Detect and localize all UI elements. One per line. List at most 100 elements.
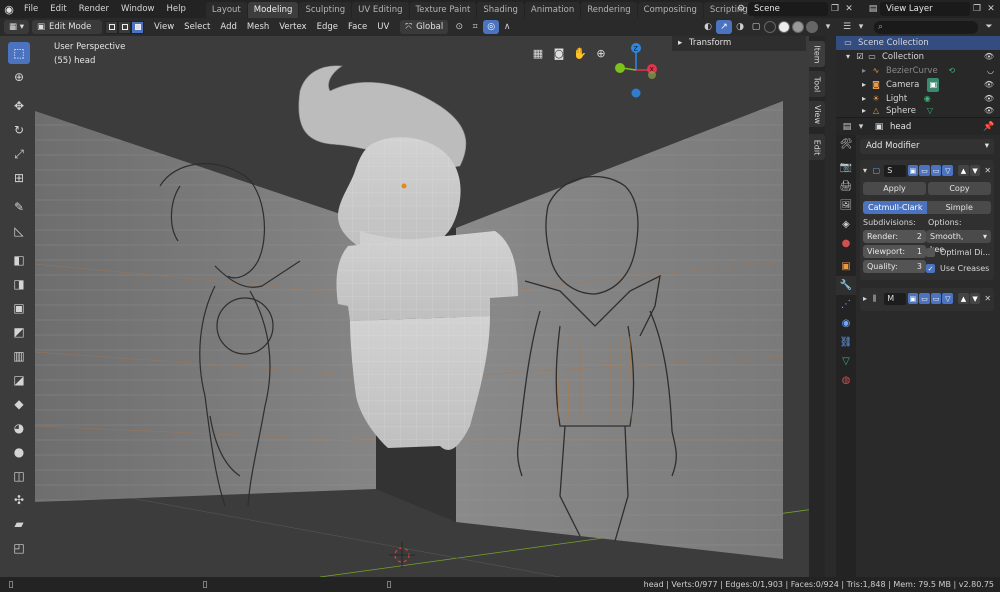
pin-icon[interactable]: 📌	[982, 120, 996, 134]
move-down-icon[interactable]: ▼	[969, 293, 981, 304]
mode-dropdown[interactable]: ▣ Edit Mode	[32, 20, 102, 34]
wireframe-shading-icon[interactable]	[764, 21, 776, 33]
edit-mode-display-icon[interactable]: ▣	[907, 165, 919, 176]
outliner-row-light[interactable]: ▸ ☀ Light ◉ 👁	[836, 92, 1000, 106]
outliner-row-camera[interactable]: ▸ ◙ Camera ▣ 👁	[836, 78, 1000, 92]
menu-mesh[interactable]: Mesh	[242, 18, 274, 36]
tab-animation[interactable]: Animation	[524, 2, 581, 18]
eye-hidden-icon[interactable]: ◡	[987, 64, 994, 78]
menu-view[interactable]: View	[149, 18, 179, 36]
menu-file[interactable]: File	[18, 0, 44, 18]
new-scene-icon[interactable]: ❐	[828, 2, 842, 16]
object-data-tab-icon[interactable]: ▽	[836, 352, 856, 371]
collapse-icon[interactable]: ▾	[863, 166, 873, 175]
copy-button[interactable]: Copy	[928, 182, 991, 195]
tab-layout[interactable]: Layout	[205, 2, 247, 18]
overlays-icon[interactable]: ◑	[732, 20, 748, 34]
scale-tool-icon[interactable]: ⤢	[8, 143, 30, 165]
cage-display-icon[interactable]: ▭	[919, 165, 930, 176]
simple-button[interactable]: Simple	[927, 201, 991, 214]
physics-tab-icon[interactable]: ◉	[836, 314, 856, 333]
side-tab-edit[interactable]: Edit	[809, 134, 825, 160]
gizmo-y-axis[interactable]	[615, 63, 625, 73]
delete-view-layer-icon[interactable]: ✕	[984, 2, 998, 16]
apply-button[interactable]: Apply	[863, 182, 926, 195]
rendered-shading-icon[interactable]	[806, 21, 818, 33]
editor-dropdown-icon[interactable]: ▾	[854, 120, 868, 134]
constraints-tab-icon[interactable]: ⛓	[836, 333, 856, 352]
outliner-row-collection[interactable]: ▾ ☑ ▭ Collection 👁	[836, 50, 1000, 64]
expand-icon[interactable]: ▾	[842, 50, 854, 64]
new-view-layer-icon[interactable]: ❐	[970, 2, 984, 16]
move-down-icon[interactable]: ▼	[969, 165, 981, 176]
editor-type-dropdown[interactable]: ▦ ▾	[4, 20, 29, 34]
tab-uv-editing[interactable]: UV Editing	[352, 2, 409, 18]
render-display-icon[interactable]: ▽	[942, 165, 954, 176]
tab-sculpting[interactable]: Sculpting	[299, 2, 352, 18]
menu-help[interactable]: Help	[160, 0, 191, 18]
menu-render[interactable]: Render	[73, 0, 115, 18]
solid-shading-icon[interactable]	[778, 21, 790, 33]
shading-options-icon[interactable]: ▾	[820, 20, 836, 34]
vertex-select-button[interactable]	[105, 20, 118, 34]
display-mode-icon[interactable]: ▾	[854, 20, 868, 34]
delete-scene-icon[interactable]: ✕	[842, 2, 856, 16]
tab-modeling[interactable]: Modeling	[247, 2, 299, 18]
expand-icon[interactable]: ▸	[858, 78, 870, 92]
cage-display-icon[interactable]: ▭	[919, 293, 930, 304]
eye-icon[interactable]: 👁	[984, 106, 994, 115]
menu-uv[interactable]: UV	[372, 18, 394, 36]
menu-edge[interactable]: Edge	[312, 18, 343, 36]
bevel-tool-icon[interactable]: ◩	[8, 321, 30, 343]
transform-panel-header[interactable]: ▸ Transform	[672, 36, 806, 51]
spin-tool-icon[interactable]: ◕	[8, 417, 30, 439]
menu-edit[interactable]: Edit	[44, 0, 72, 18]
camera-view-icon[interactable]: ◙	[550, 44, 568, 62]
remove-modifier-icon[interactable]: ✕	[984, 166, 991, 175]
cursor-tool-icon[interactable]: ⊕	[8, 66, 30, 88]
uv-smooth-dropdown[interactable]: Smooth, kee... ▾	[926, 230, 991, 254]
outliner-row-scene-collection[interactable]: ▭ Scene Collection	[836, 36, 1000, 50]
outliner-editor-icon[interactable]: ☰	[840, 20, 854, 34]
modifier-properties-tab-icon[interactable]: 🔧	[836, 276, 856, 295]
object-properties-tab-icon[interactable]: ▣	[836, 257, 856, 276]
inset-tool-icon[interactable]: ▣	[8, 297, 30, 319]
expand-icon[interactable]: ▸	[858, 106, 870, 115]
render-levels-field[interactable]: Render: 2	[863, 230, 927, 243]
visibility-icon[interactable]: ◐	[700, 20, 716, 34]
properties-editor-icon[interactable]: ▤	[840, 120, 854, 134]
xray-icon[interactable]: ▢	[748, 20, 764, 34]
annotate-tool-icon[interactable]: ✎	[8, 196, 30, 218]
tool-properties-tab-icon[interactable]: 🛠	[836, 135, 856, 154]
view-layer-icon[interactable]: ▤	[866, 2, 880, 16]
side-tab-item[interactable]: Item	[809, 41, 825, 67]
smooth-tool-icon[interactable]: ●	[8, 441, 30, 463]
falloff-icon[interactable]: ∧	[499, 20, 515, 34]
zoom-icon[interactable]: ⊕	[592, 44, 610, 62]
outliner-row-beziercurve[interactable]: ▸ ∿ BezierCurve ⟲ ◡	[836, 64, 1000, 78]
eye-icon[interactable]: 👁	[984, 78, 994, 92]
rotate-tool-icon[interactable]: ↻	[8, 119, 30, 141]
output-properties-tab-icon[interactable]: 🖨	[836, 177, 856, 196]
transform-tool-icon[interactable]: ⊞	[8, 167, 30, 189]
render-properties-tab-icon[interactable]: 📷	[836, 158, 856, 177]
expand-icon[interactable]: ▸	[858, 92, 870, 106]
remove-modifier-icon[interactable]: ✕	[984, 294, 991, 303]
move-tool-icon[interactable]: ✥	[8, 95, 30, 117]
add-cube-tool-icon[interactable]: ◧	[8, 249, 30, 271]
snap-icon[interactable]: ⌗	[467, 20, 483, 34]
eye-icon[interactable]: 👁	[984, 50, 994, 64]
menu-add[interactable]: Add	[215, 18, 241, 36]
outliner-row-sphere[interactable]: ▸ △ Sphere ▽ 👁	[836, 106, 1000, 115]
modifier-name-field[interactable]: S	[884, 164, 906, 177]
tab-rendering[interactable]: Rendering	[581, 2, 637, 18]
material-shading-icon[interactable]	[792, 21, 804, 33]
extrude-tool-icon[interactable]: ◨	[8, 273, 30, 295]
expand-icon[interactable]: ▸	[863, 294, 873, 303]
tab-compositing[interactable]: Compositing	[637, 2, 703, 18]
add-modifier-dropdown[interactable]: Add Modifier ▾	[860, 139, 994, 154]
scene-icon[interactable]: ⚙	[734, 2, 748, 16]
material-tab-icon[interactable]: ◍	[836, 371, 856, 390]
shear-tool-icon[interactable]: ▰	[8, 513, 30, 535]
knife-tool-icon[interactable]: ◪	[8, 369, 30, 391]
